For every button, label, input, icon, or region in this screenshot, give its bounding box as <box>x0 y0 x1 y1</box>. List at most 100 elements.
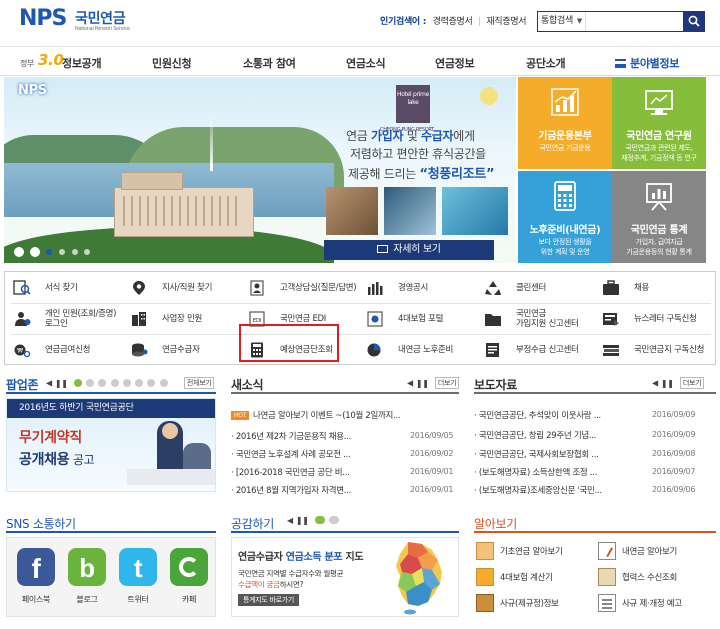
quick-label: 국민연금 가입지원 신고센터 <box>516 304 579 334</box>
popup-banner[interactable]: 2016년도 하반기 국민연금공단 무기계약직 공개채용 공고 <box>6 398 216 492</box>
cafe-icon[interactable] <box>170 548 208 586</box>
popup-dot[interactable] <box>135 378 144 387</box>
tile-retirement-prep[interactable]: 노후준비(내연금) 보다 안정된 생활을 위한 계획 및 운영 <box>518 171 612 263</box>
quick-branch-search[interactable]: 지사/직원 찾기 <box>122 273 240 303</box>
news-more-button[interactable]: 더보기 <box>434 377 460 389</box>
share-text-2b: 하시면? <box>279 580 304 589</box>
press-row[interactable]: · 국민연금공단, 국제사회보장협회 ... <box>474 448 599 460</box>
know-item[interactable]: 협력스 수신조회 <box>598 565 716 589</box>
gnb-item-news[interactable]: 연금소식 <box>346 55 386 71</box>
press-row[interactable]: · (보도해명자료)조세중앙신문 '국민... <box>474 484 602 496</box>
hero-more-button[interactable]: 자세히 보기 <box>324 240 494 260</box>
press-row[interactable]: · 국민연금공단, 추석맞이 이웃사랑 ... <box>474 409 601 421</box>
popup-all-button[interactable]: 전체보기 <box>183 377 215 389</box>
news-row[interactable]: · [2016-2018 국민연금 공단 비... <box>231 466 350 478</box>
pause-icon[interactable]: ❚❚ <box>661 379 674 388</box>
search-box: 통합검색 ▼ <box>537 11 705 32</box>
quick-magazine-subscribe[interactable]: 국민연금지 구독신청 <box>594 335 712 365</box>
recycle-icon <box>485 281 501 295</box>
search-input[interactable] <box>587 12 683 31</box>
pause-icon[interactable] <box>29 247 40 257</box>
know-item[interactable]: 기초연금 알아보기 <box>476 539 596 563</box>
blog-icon[interactable]: b <box>68 548 106 586</box>
hero-text-b: 가입자 <box>371 129 404 143</box>
pause-icon[interactable]: ❚❚ <box>55 379 68 388</box>
news-row-date: 2016/09/01 <box>410 467 454 476</box>
press-row[interactable]: · 국민연금공단, 창립 29주년 기념... <box>474 429 596 441</box>
know-label: 사규(제규정)정보 <box>500 599 559 609</box>
search-scope-select[interactable]: 통합검색 ▼ <box>538 12 586 31</box>
prev-icon[interactable]: ◀ <box>652 379 658 388</box>
know-item[interactable]: 사규 제·개정 예고 <box>598 591 716 615</box>
gnb-item-communication[interactable]: 소통과 참여 <box>243 55 296 71</box>
press-more-button[interactable]: 더보기 <box>679 377 705 389</box>
quick-fraud-report[interactable]: 부정수급 신고센터 <box>476 335 594 365</box>
popular-keyword-1[interactable]: 경력증명서 <box>433 17 473 27</box>
gnb-item-field-info[interactable]: 분야별정보 <box>615 55 679 71</box>
know-item[interactable]: 4대보험 계산기 <box>476 565 596 589</box>
gnb-item-about[interactable]: 공단소개 <box>526 55 566 71</box>
tile-research-institute[interactable]: 국민연금 연구원 국민연금과 관련된 제도, 재정추계, 기금정책 등 연구 <box>612 77 706 169</box>
know-item[interactable]: 사규(제규정)정보 <box>476 591 596 615</box>
stat-map-button[interactable]: 통계지도 바로가기 <box>238 594 300 606</box>
quick-my-pension-prep[interactable]: 내연금 노후준비 <box>358 335 476 365</box>
nps-logo[interactable]: NPS 국민연금 National Pension Service <box>19 6 130 38</box>
play-icon[interactable] <box>14 247 24 257</box>
tile-fund-management[interactable]: 기금운용본부 국민연금 기금운용 <box>518 77 612 169</box>
popup-dot[interactable] <box>98 378 107 387</box>
news-row[interactable]: · 2016년 8월 지역가입자 자격변... <box>231 484 351 496</box>
tile-sub-line: 보다 안정된 생활을 <box>538 238 592 246</box>
pause-icon[interactable]: ❚❚ <box>296 516 309 525</box>
share-panel[interactable]: 연금수급자 연금소득 분포 지도 국민연금 지역별 수급자수와 월평균 수급액이… <box>231 537 459 617</box>
prev-icon[interactable]: ◀ <box>46 379 52 388</box>
tile-statistics[interactable]: 국민연금 통계 가입자, 급여지급 기금운용등의 현황 통계 <box>612 171 706 263</box>
news-hot-row[interactable]: HOT 나연금 알아보기 이벤트 ~(10월 2일까지... <box>231 409 401 421</box>
gnb-item-pension-info[interactable]: 연금정보 <box>435 55 475 71</box>
popup-dot[interactable] <box>147 378 156 387</box>
logo-nps-text: NPS <box>19 6 67 31</box>
quick-management-disclosure[interactable]: 경영공시 <box>358 273 476 303</box>
quick-four-insurance[interactable]: 4대보험 포털 <box>358 304 476 334</box>
person-head-icon <box>162 423 178 439</box>
quick-workplace-civil[interactable]: 사업장 민원 <box>122 304 240 334</box>
quick-clean-center[interactable]: 클린센터 <box>476 273 594 303</box>
quick-enrollment-report[interactable]: 국민연금 가입지원 신고센터 <box>476 304 594 334</box>
carousel-dot[interactable] <box>84 249 91 255</box>
prev-icon[interactable]: ◀ <box>287 516 293 525</box>
popup-dot[interactable] <box>73 378 82 387</box>
hero-banner[interactable]: NPS Hotel prime lake CHEONG PUNG RESORT … <box>4 77 516 263</box>
quick-label: 사업장 민원 <box>162 314 203 324</box>
twitter-icon[interactable]: t <box>119 548 157 586</box>
popup-dot[interactable] <box>122 378 131 387</box>
pause-icon[interactable]: ❚❚ <box>416 379 429 388</box>
news-row[interactable]: · 2016년 제2차 기금운용직 채용... <box>231 430 351 442</box>
gnb-item-civil[interactable]: 민원신청 <box>152 55 192 71</box>
share-dot[interactable] <box>329 516 340 524</box>
carousel-dot[interactable] <box>58 249 65 255</box>
press-row[interactable]: · (보도해명자료) 소득상한액 조정 ... <box>474 466 597 478</box>
facebook-icon[interactable]: f <box>17 548 55 586</box>
share-controls: ◀ ❚❚ <box>287 516 340 525</box>
prev-icon[interactable]: ◀ <box>407 379 413 388</box>
news-row[interactable]: · 국민연금 노후설계 사례 공모전 ... <box>231 448 351 460</box>
popup-dot[interactable] <box>86 378 95 387</box>
quick-customer-counsel[interactable]: 고객상담실(질문/답변) <box>240 273 358 303</box>
popup-dot[interactable] <box>159 378 168 387</box>
quick-pensioner[interactable]: 연금수급자 <box>122 335 240 365</box>
quick-form-search[interactable]: 서식 찾기 <box>5 273 123 303</box>
carousel-dot[interactable] <box>45 249 52 255</box>
quick-personal-civil[interactable]: 개인 민원(조회/증명) 로그인 <box>5 304 123 334</box>
hot-badge: HOT <box>231 411 249 420</box>
hero-carousel-controls <box>14 247 94 257</box>
quick-newsletter[interactable]: 뉴스레터 구독신청 <box>594 304 712 334</box>
know-item[interactable]: 내연금 알아보기 <box>598 539 716 563</box>
tile-sub-line: 재정추계, 기금정책 등 연구 <box>621 154 697 162</box>
share-dot[interactable] <box>314 516 325 524</box>
search-button[interactable] <box>683 11 705 32</box>
quick-recruit[interactable]: 채용 <box>594 273 712 303</box>
popup-dot[interactable] <box>110 378 119 387</box>
carousel-dot[interactable] <box>71 249 78 255</box>
popular-keyword-2[interactable]: 재직증명서 <box>486 17 526 27</box>
quick-benefit-apply[interactable]: ₩ 연금급여신청 <box>5 335 123 365</box>
know-label: 사규 제·개정 예고 <box>622 599 682 609</box>
